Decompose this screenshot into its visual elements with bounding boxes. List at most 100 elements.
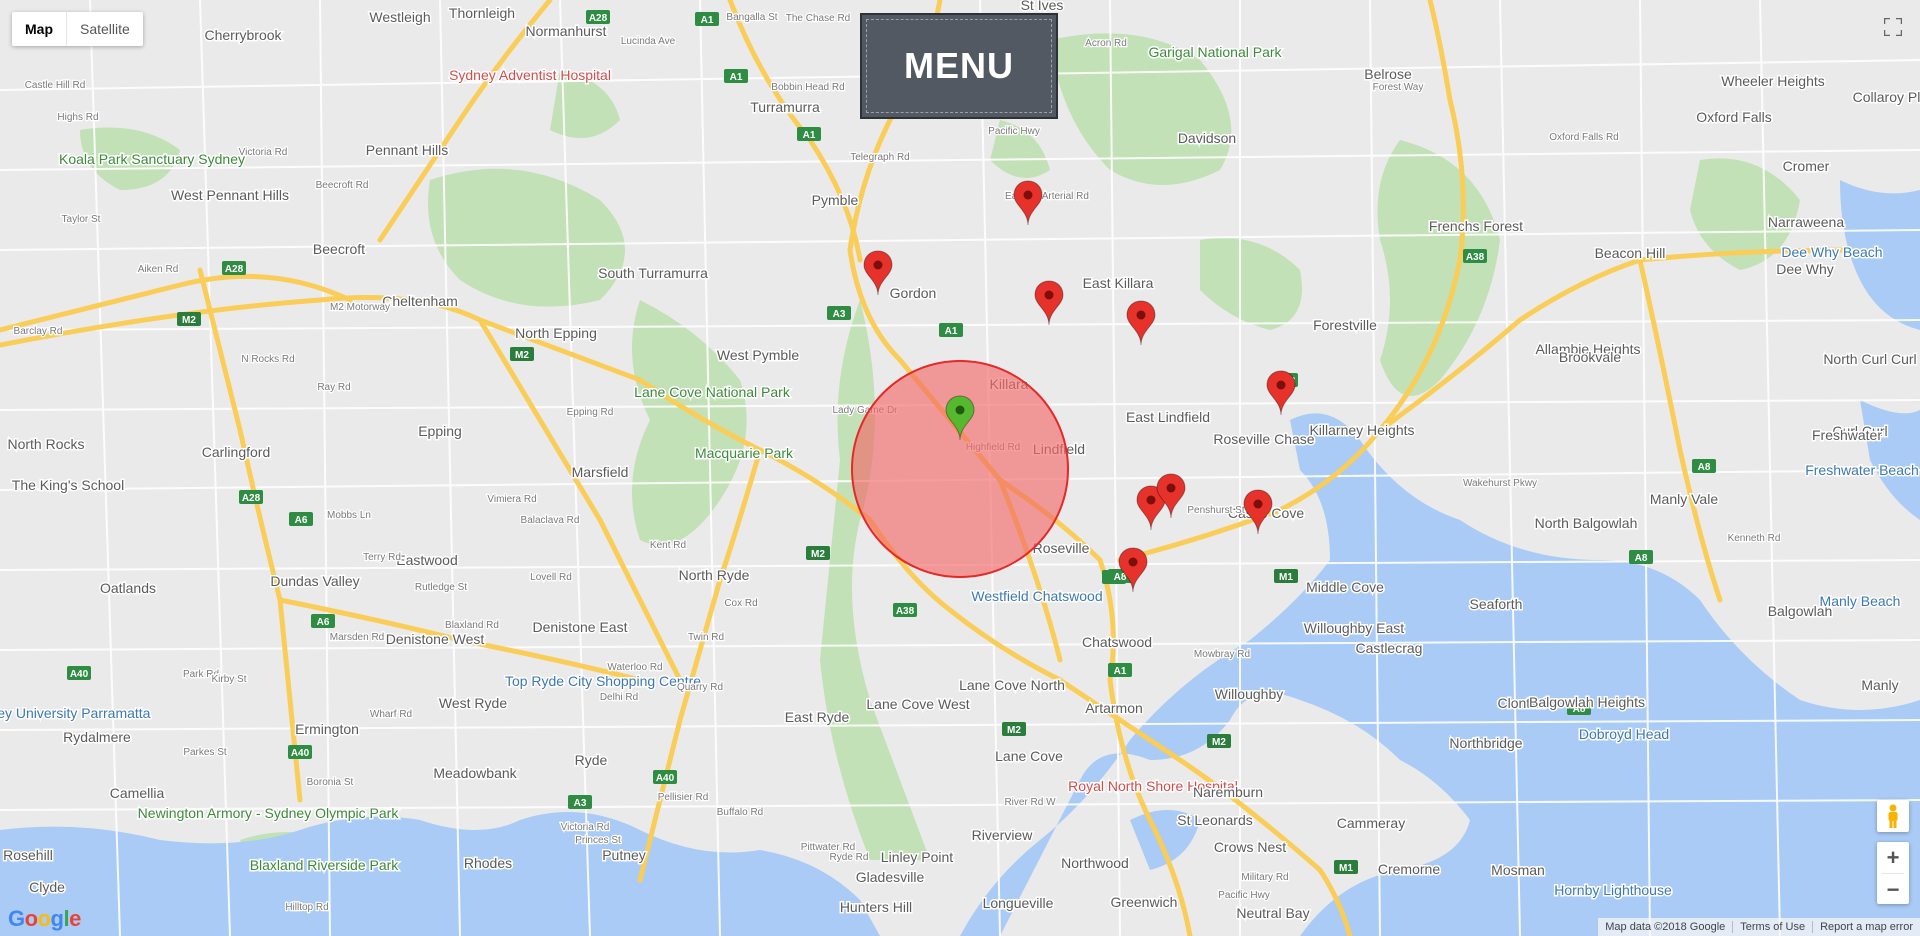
menu-label: MENU bbox=[904, 45, 1014, 86]
place-label: Roseville Chase bbox=[1213, 431, 1314, 447]
street-label: Blaxland Rd bbox=[445, 620, 499, 631]
place-label: Ermington bbox=[295, 721, 359, 737]
place-label: Seaforth bbox=[1470, 596, 1523, 612]
place-label: Hunters Hill bbox=[840, 899, 912, 915]
place-label: Collaroy Plateau bbox=[1853, 89, 1920, 105]
place-label: Newington Armory - Sydney Olympic Park bbox=[138, 805, 400, 821]
street-label: Pacific Hwy bbox=[1218, 890, 1270, 901]
zoom-control: + − bbox=[1877, 842, 1909, 904]
place-label: West Ryde bbox=[439, 695, 507, 711]
street-label: Aiken Rd bbox=[138, 264, 179, 275]
highway-shield-label: A8 bbox=[1698, 462, 1711, 473]
place-label: Rydalmere bbox=[63, 729, 131, 745]
place-label: Brookvale bbox=[1559, 349, 1621, 365]
street-label: River Rd W bbox=[1004, 797, 1056, 808]
street-label: Bangalla St bbox=[726, 12, 777, 23]
map-view-button[interactable]: Map bbox=[12, 12, 67, 46]
street-label: Taylor St bbox=[62, 214, 101, 225]
highway-shield: A1 bbox=[1108, 663, 1132, 677]
street-label: Quarry Rd bbox=[677, 682, 723, 693]
street-label: Balaclava Rd bbox=[521, 515, 580, 526]
place-label: Dundas Valley bbox=[270, 573, 359, 589]
street-label: Hilltop Rd bbox=[285, 902, 328, 913]
street-view-pegman-button[interactable] bbox=[1877, 800, 1909, 832]
place-label: Garigal National Park bbox=[1148, 44, 1282, 60]
place-label: Pennant Hills bbox=[366, 142, 449, 158]
highway-shield: A3 bbox=[827, 306, 851, 320]
place-label: Riverview bbox=[972, 827, 1034, 843]
place-label: Cheltenham bbox=[382, 293, 458, 309]
highway-shield: A40 bbox=[67, 666, 91, 680]
place-label: Middle Cove bbox=[1306, 579, 1384, 595]
street-label: Wharf Rd bbox=[370, 709, 412, 720]
terms-of-use-link[interactable]: Terms of Use bbox=[1732, 921, 1812, 933]
street-label: Pacific Hwy bbox=[988, 126, 1040, 137]
highway-shield: A40 bbox=[653, 770, 677, 784]
place-label: Camellia bbox=[110, 785, 165, 801]
place-label: Roseville bbox=[1033, 540, 1090, 556]
place-label: Manly Vale bbox=[1650, 491, 1718, 507]
street-label: Waterloo Rd bbox=[607, 662, 662, 673]
place-label: Turramurra bbox=[750, 99, 820, 115]
place-label: Westleigh bbox=[369, 9, 430, 25]
satellite-view-button[interactable]: Satellite bbox=[67, 12, 143, 46]
place-label: Dee Why Beach bbox=[1781, 244, 1882, 260]
map-data-credit: Map data ©2018 Google bbox=[1605, 921, 1726, 933]
place-label: Eastwood bbox=[396, 552, 457, 568]
place-label: Lane Cove North bbox=[959, 677, 1065, 693]
place-label: North Curl Curl bbox=[1823, 351, 1916, 367]
place-label: Western Sydney University Parramatta bbox=[0, 705, 151, 721]
place-label: Castlecrag bbox=[1356, 640, 1423, 656]
street-label: Oxford Falls Rd bbox=[1549, 132, 1618, 143]
report-map-error-link[interactable]: Report a map error bbox=[1812, 921, 1920, 933]
highway-shield: A8 bbox=[1692, 459, 1716, 473]
place-label: Epping bbox=[418, 423, 462, 439]
highway-shield-label: A40 bbox=[70, 669, 89, 680]
fullscreen-button[interactable] bbox=[1876, 10, 1910, 44]
street-label: Penshurst St bbox=[1187, 505, 1244, 516]
map-canvas[interactable]: A28 A1 A1 A1 A3 A1 M2 A28 M2 M2 A28 A6 A6 A38 A40 A40 A4… bbox=[0, 0, 1920, 936]
highway-shield: A28 bbox=[222, 261, 246, 275]
highway-shield: A8 bbox=[1629, 550, 1653, 564]
place-label: Frenchs Forest bbox=[1429, 218, 1523, 234]
menu-button[interactable]: MENU bbox=[860, 13, 1058, 119]
place-label: Neutral Bay bbox=[1236, 905, 1309, 921]
google-logo-letter: o bbox=[37, 906, 51, 931]
highway-shield-label: M2 bbox=[515, 350, 529, 361]
highway-shield-label: A1 bbox=[1114, 666, 1127, 677]
place-label: Forestville bbox=[1313, 317, 1377, 333]
highway-shield: A28 bbox=[586, 10, 610, 24]
highway-shield: A1 bbox=[724, 69, 748, 83]
place-label: Longueville bbox=[983, 895, 1054, 911]
street-label: Military Rd bbox=[1241, 872, 1288, 883]
place-label: Cremorne bbox=[1378, 861, 1440, 877]
place-label: Cherrybrook bbox=[204, 27, 282, 43]
zoom-out-button[interactable]: − bbox=[1877, 874, 1909, 905]
place-label: Sydney Adventist Hospital bbox=[449, 67, 611, 83]
highway-shield: A1 bbox=[939, 323, 963, 337]
street-label: N Rocks Rd bbox=[241, 354, 294, 365]
place-label: Northwood bbox=[1061, 855, 1129, 871]
place-label: West Pymble bbox=[717, 347, 799, 363]
place-label: Dobroyd Head bbox=[1579, 726, 1669, 742]
place-label: Putney bbox=[602, 847, 646, 863]
street-label: Victoria Rd bbox=[561, 822, 610, 833]
zoom-in-button[interactable]: + bbox=[1877, 842, 1909, 873]
place-label: Pymble bbox=[812, 192, 859, 208]
place-label: The King's School bbox=[12, 477, 124, 493]
highway-shield-label: A1 bbox=[803, 130, 816, 141]
street-label: Forest Way bbox=[1373, 82, 1424, 93]
google-logo[interactable]: Google bbox=[8, 906, 81, 932]
highway-shield: M2 bbox=[177, 312, 201, 326]
place-label: Narraweena bbox=[1768, 214, 1844, 230]
highway-shield: M2 bbox=[1207, 734, 1231, 748]
place-label: Davidson bbox=[1178, 130, 1236, 146]
street-label: Parkes St bbox=[183, 747, 227, 758]
place-label: North Ryde bbox=[679, 567, 750, 583]
place-label: East Ryde bbox=[785, 709, 850, 725]
highway-shield: M2 bbox=[1002, 722, 1026, 736]
place-label: West Pennant Hills bbox=[171, 187, 289, 203]
place-label: Freshwater bbox=[1812, 427, 1882, 443]
highway-shield-label: M1 bbox=[1339, 863, 1353, 874]
street-label: Princes St bbox=[575, 835, 621, 846]
